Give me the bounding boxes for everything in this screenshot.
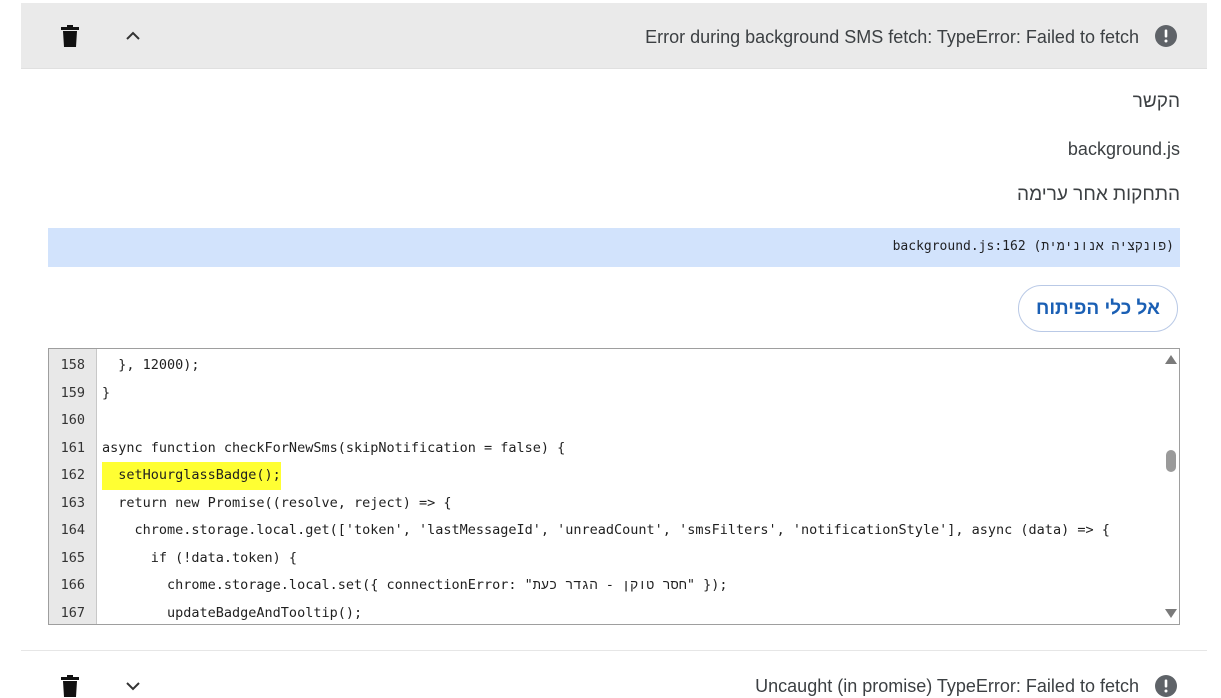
go-to-devtools-button[interactable]: אל כלי הפיתוח (1018, 285, 1178, 332)
code-line: 165 if (!data.token) { (49, 545, 1159, 573)
line-code: }, 12000); (102, 357, 200, 373)
line-code: updateBadgeAndTooltip(); (102, 604, 363, 621)
line-number: 167 (60, 604, 85, 621)
trash-icon[interactable] (58, 674, 82, 698)
stack-trace-text: background.js:162 (פונקציה אנונימית) (892, 239, 1174, 254)
line-number: 163 (60, 494, 85, 511)
code-line: 164 chrome.storage.local.get(['token', '… (49, 517, 1159, 545)
error-title: Error during background SMS fetch: TypeE… (645, 27, 1139, 47)
line-code: setHourglassBadge(); (102, 462, 281, 490)
scroll-down-arrow-icon[interactable] (1165, 609, 1177, 618)
code-line: 159} (49, 380, 1159, 408)
code-line: 161 async function checkForNewSms(skipNot… (49, 435, 1159, 463)
stack-trace-entry[interactable]: background.js:162 (פונקציה אנונימית) (48, 228, 1180, 267)
chevron-down-icon[interactable] (121, 674, 145, 698)
error-title-2: Uncaught (in promise) TypeError: Failed … (755, 676, 1139, 696)
line-number: 166 (60, 577, 85, 593)
trash-icon[interactable] (58, 24, 82, 48)
line-number: 162 (60, 467, 85, 483)
chevron-up-icon[interactable] (121, 24, 145, 48)
code-line: 160 (49, 407, 1159, 435)
entry-divider (21, 650, 1207, 651)
line-code: async function checkForNewSms(skipNotifi… (102, 439, 566, 456)
code-line: 166 chrome.storage.local.set({ connectio… (49, 572, 1159, 600)
scroll-thumb[interactable] (1166, 450, 1176, 472)
error-icon (1154, 674, 1178, 698)
error-entry-header[interactable]: Error during background SMS fetch: TypeE… (21, 3, 1207, 69)
line-code: if (!data.token) { (102, 549, 298, 566)
code-viewer[interactable]: 158 }, 12000); 159} 160 161 async function c… (48, 348, 1180, 625)
code-line: 162 setHourglassBadge(); (49, 462, 1159, 490)
line-number: 164 (60, 522, 85, 538)
line-code: return new Promise((resolve, reject) => … (102, 494, 452, 511)
line-code: chrome.storage.local.set({ connectionErr… (102, 577, 728, 593)
context-label: הקשר (1132, 91, 1180, 112)
line-number: 161 (60, 439, 85, 456)
line-code: chrome.storage.local.get(['token', 'last… (102, 522, 1110, 538)
context-value: background.js (1067, 139, 1180, 159)
code-line: 158 }, 12000); (49, 352, 1159, 380)
code-line: 163 return new Promise((resolve, reject)… (49, 490, 1159, 518)
line-number: 160 (60, 412, 85, 428)
scroll-up-arrow-icon[interactable] (1165, 355, 1177, 364)
error-icon (1154, 24, 1178, 48)
line-code: } (102, 384, 111, 401)
line-number: 158 (60, 357, 85, 373)
stack-trace-label: התחקות אחר ערימה (1017, 184, 1180, 205)
code-line: 167 updateBadgeAndTooltip(); (49, 600, 1159, 625)
line-number: 159 (60, 384, 85, 401)
code-scrollbar[interactable] (1161, 349, 1179, 624)
line-number: 165 (60, 549, 85, 566)
